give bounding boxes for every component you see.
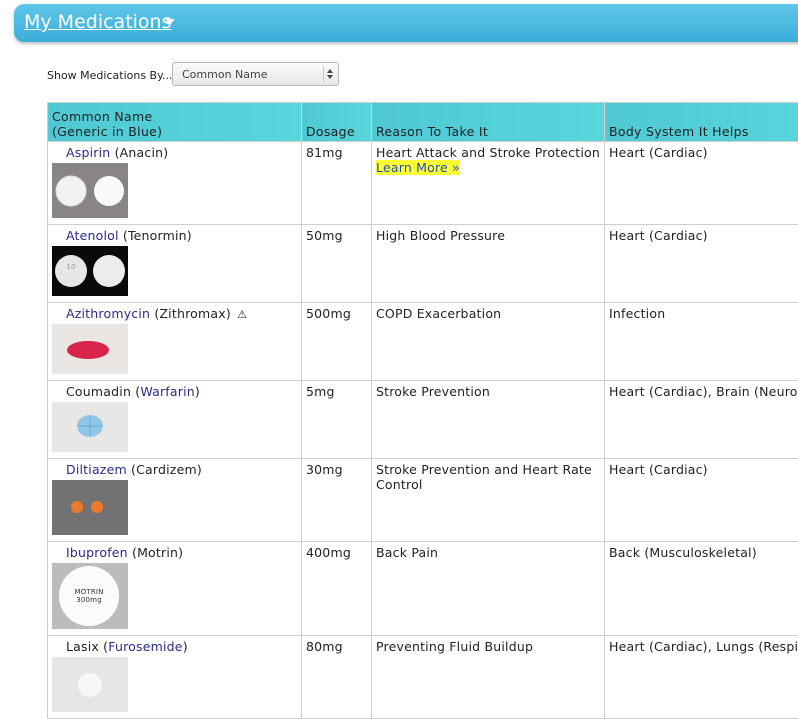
reason-text: COPD Exacerbation	[376, 306, 600, 321]
medication-name-cell: Coumadin (Warfarin)	[48, 381, 302, 459]
learn-more-link[interactable]: Learn More »	[376, 160, 460, 175]
reason-cell: COPD Exacerbation	[372, 303, 605, 381]
dosage-cell: 81mg	[302, 142, 372, 225]
brand-name: (Zithromax)	[150, 306, 231, 321]
reason-cell: High Blood Pressure	[372, 225, 605, 303]
brand-name: (Anacin)	[110, 145, 168, 160]
body-system-cell: Heart (Cardiac), Brain (Neurolo	[605, 381, 798, 459]
reason-text: Stroke Prevention and Heart Rate Control	[376, 462, 600, 492]
generic-name-link[interactable]: Atenolol	[66, 228, 119, 243]
dosage-cell: 5mg	[302, 381, 372, 459]
svg-text:MOTRIN: MOTRIN	[74, 588, 103, 596]
svg-text:300mg: 300mg	[76, 596, 102, 604]
select-stepper-icon	[323, 66, 335, 82]
generic-name-link[interactable]: Furosemide	[108, 639, 182, 654]
body-system-cell: Heart (Cardiac)	[605, 225, 798, 303]
filter-label: Show Medications By...	[47, 69, 173, 82]
brand-name: )	[183, 639, 188, 654]
brand-name: (Motrin)	[128, 545, 183, 560]
generic-name-link[interactable]: Diltiazem	[66, 462, 127, 477]
reason-cell: Stroke Prevention and Heart Rate Control	[372, 459, 605, 542]
dosage-cell: 50mg	[302, 225, 372, 303]
column-header-body-system[interactable]: Body System It Helps	[605, 103, 798, 142]
pill-image	[52, 163, 128, 221]
svg-text:10: 10	[66, 263, 75, 271]
table-row: Lasix (Furosemide)80mgPreventing Fluid B…	[48, 636, 798, 719]
body-system-cell: Infection	[605, 303, 798, 381]
reason-cell: Back Pain	[372, 542, 605, 636]
table-header-row: Common Name (Generic in Blue) Dosage Rea…	[48, 103, 798, 142]
column-header-dosage[interactable]: Dosage	[302, 103, 372, 142]
medications-table: Common Name (Generic in Blue) Dosage Rea…	[47, 102, 798, 719]
medication-name-cell: Diltiazem (Cardizem)	[48, 459, 302, 542]
medication-name-cell: Aspirin (Anacin)	[48, 142, 302, 225]
table-row: Azithromycin (Zithromax) ⚠500mgCOPD Exac…	[48, 303, 798, 381]
warning-icon[interactable]: ⚠	[237, 308, 247, 321]
column-header-common-name[interactable]: Common Name (Generic in Blue)	[48, 103, 302, 142]
dosage-cell: 400mg	[302, 542, 372, 636]
reason-text: Back Pain	[376, 545, 600, 560]
body-system-cell: Heart (Cardiac), Lungs (Respiro (Musculo…	[605, 636, 798, 719]
my-medications-menu[interactable]: My Medications	[24, 11, 171, 33]
pill-image	[52, 657, 128, 715]
header-bar: My Medications	[14, 4, 798, 42]
reason-cell: Preventing Fluid Buildup	[372, 636, 605, 719]
generic-name-link[interactable]: Ibuprofen	[66, 545, 128, 560]
sort-by-select[interactable]: Common Name	[172, 62, 339, 86]
medication-name-cell: Atenolol (Tenormin) 10	[48, 225, 302, 303]
pill-image: MOTRIN300mg	[52, 563, 128, 632]
body-system-cell: Heart (Cardiac)	[605, 142, 798, 225]
brand-name: (Cardizem)	[127, 462, 202, 477]
body-system-cell: Back (Musculoskeletal)	[605, 542, 798, 636]
medication-name-cell: Lasix (Furosemide)	[48, 636, 302, 719]
dosage-cell: 30mg	[302, 459, 372, 542]
pill-image	[52, 324, 128, 377]
reason-text: High Blood Pressure	[376, 228, 600, 243]
medication-name-cell: Azithromycin (Zithromax) ⚠	[48, 303, 302, 381]
table-row: Atenolol (Tenormin) 10 50mg High Blood Pres…	[48, 225, 798, 303]
pill-image	[52, 402, 128, 455]
body-system-cell: Heart (Cardiac)	[605, 459, 798, 542]
dosage-cell: 80mg	[302, 636, 372, 719]
reason-cell: Stroke Prevention	[372, 381, 605, 459]
brand-name: )	[195, 384, 200, 399]
table-row: Diltiazem (Cardizem)30mgStroke Preventio…	[48, 459, 798, 542]
table-row: Ibuprofen (Motrin)MOTRIN300mg400mgBack P…	[48, 542, 798, 636]
name-prefix: Coumadin (	[66, 384, 140, 399]
table-row: Aspirin (Anacin)81mgHeart Attack and Str…	[48, 142, 798, 225]
name-prefix: Lasix (	[66, 639, 108, 654]
generic-name-link[interactable]: Warfarin	[140, 384, 195, 399]
reason-cell: Heart Attack and Stroke ProtectionLearn …	[372, 142, 605, 225]
dosage-cell: 500mg	[302, 303, 372, 381]
generic-name-link[interactable]: Aspirin	[66, 145, 110, 160]
pill-image: 10	[52, 246, 128, 299]
chevron-down-icon[interactable]	[165, 19, 175, 25]
table-row: Coumadin (Warfarin)5mgStroke PreventionH…	[48, 381, 798, 459]
sort-by-value: Common Name	[182, 68, 268, 81]
pill-image	[52, 480, 128, 538]
column-header-reason[interactable]: Reason To Take It	[372, 103, 605, 142]
reason-text: Heart Attack and Stroke Protection	[376, 145, 600, 160]
brand-name: (Tenormin)	[119, 228, 192, 243]
reason-text: Stroke Prevention	[376, 384, 600, 399]
reason-text: Preventing Fluid Buildup	[376, 639, 600, 654]
generic-name-link[interactable]: Azithromycin	[66, 306, 150, 321]
medication-name-cell: Ibuprofen (Motrin)MOTRIN300mg	[48, 542, 302, 636]
